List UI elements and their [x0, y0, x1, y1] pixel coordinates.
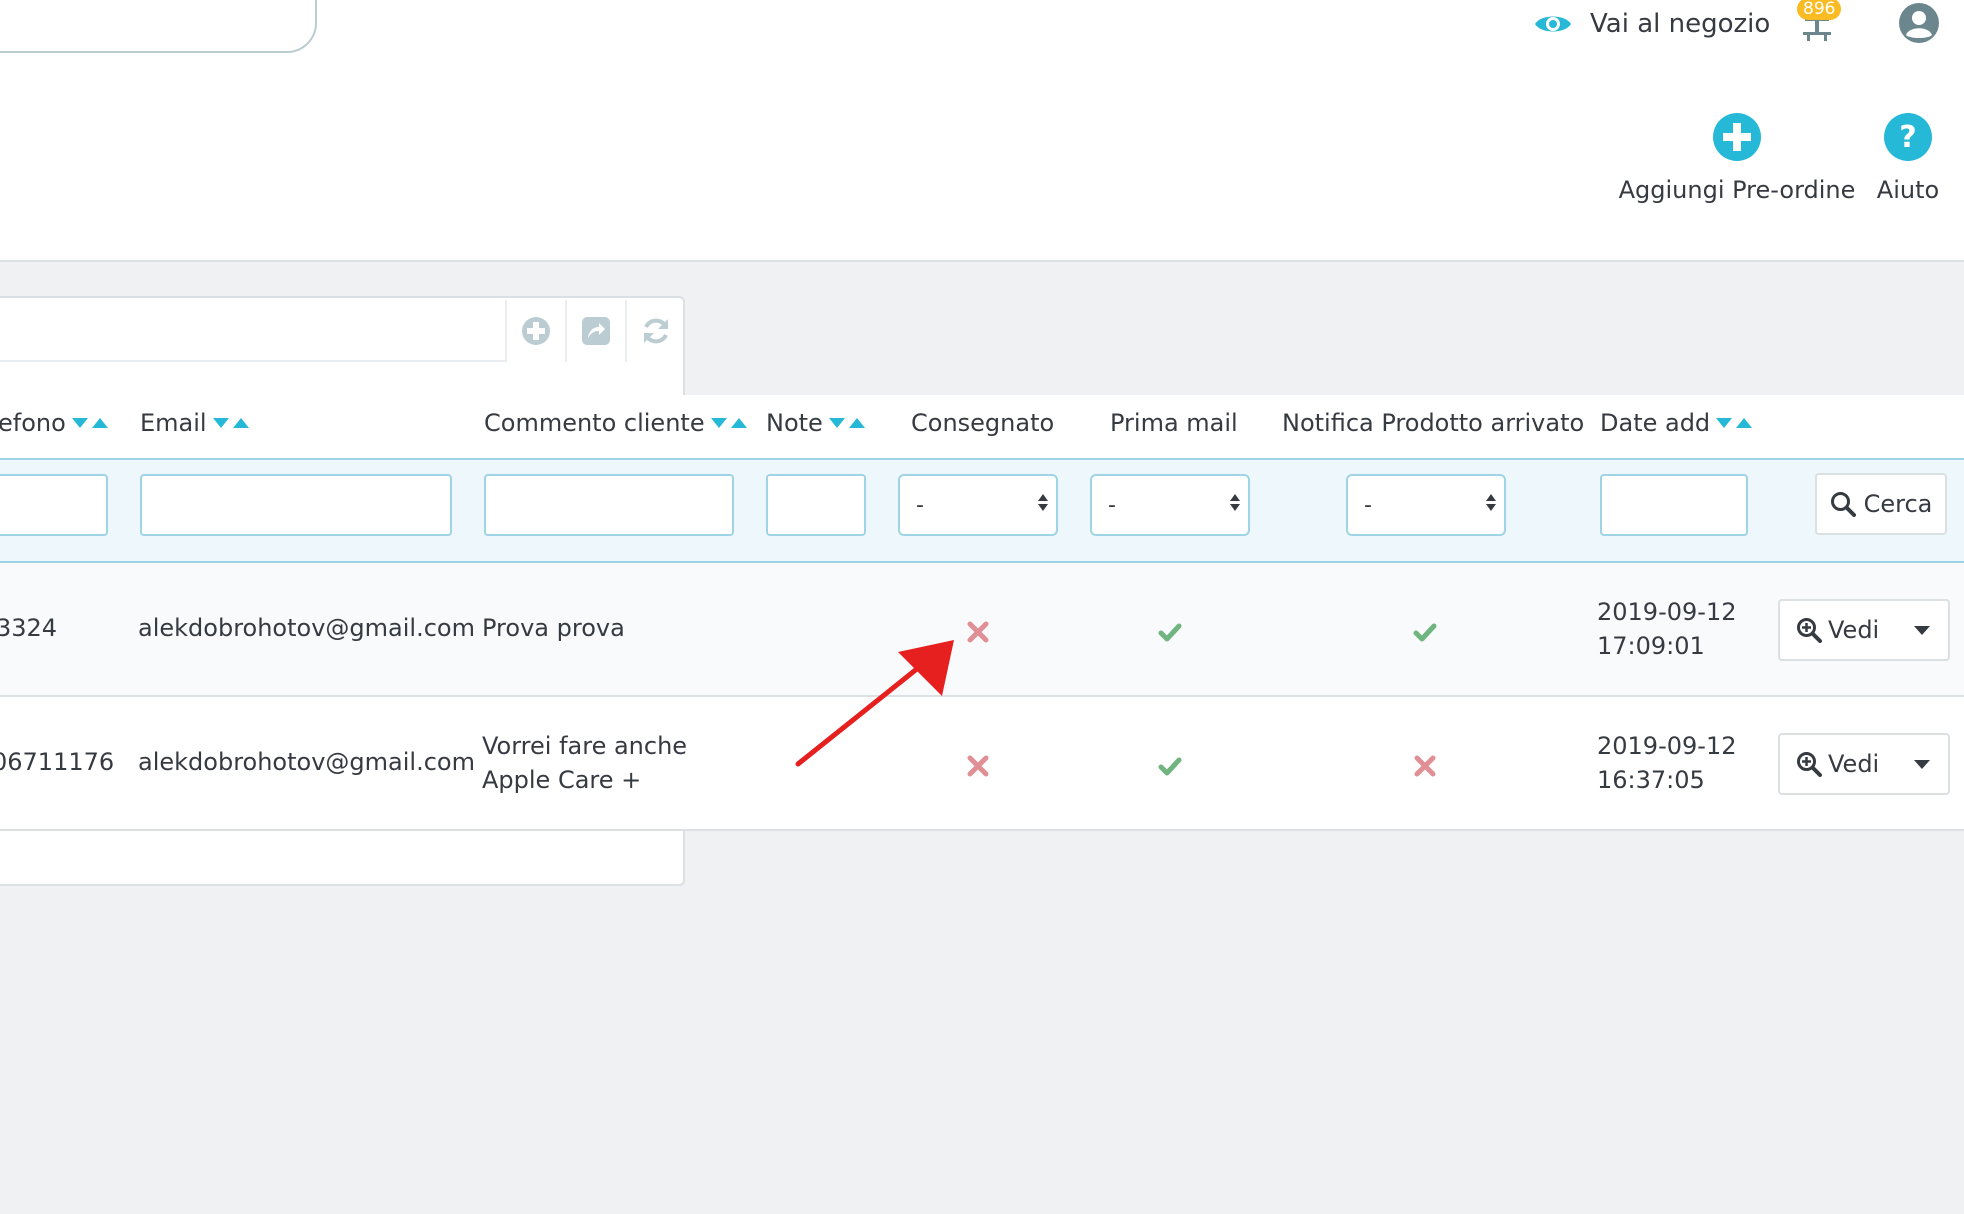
column-note[interactable]: Note	[766, 409, 865, 437]
search-button[interactable]: Cerca	[1815, 473, 1947, 535]
check-icon	[1158, 757, 1182, 776]
cross-icon	[967, 755, 989, 777]
select-value: -	[1364, 492, 1372, 518]
zoom-in-icon	[1797, 752, 1822, 777]
check-icon	[1413, 623, 1437, 642]
view-button-label: Vedi	[1828, 616, 1880, 644]
column-customer-comment[interactable]: Commento cliente	[484, 409, 747, 437]
top-header: Vai al negozio 896 Aggiungi Pre-ordine ?…	[0, 0, 1964, 262]
select-arrows-icon	[1038, 494, 1048, 511]
phone-cell: 3324	[0, 614, 58, 642]
header-search-input[interactable]	[0, 0, 317, 53]
table-row: 06711176 alekdobrohotov@gmail.com Vorrei…	[0, 697, 1964, 831]
filter-comment-input[interactable]	[484, 474, 734, 536]
filter-row: - - - Cerca	[0, 458, 1964, 563]
column-first-mail: Prima mail	[1110, 409, 1238, 437]
zoom-in-icon	[1797, 618, 1822, 643]
filter-delivered-select[interactable]: -	[898, 474, 1058, 536]
sort-arrows-icon[interactable]	[212, 418, 249, 428]
sort-arrows-icon[interactable]	[710, 418, 747, 428]
column-email[interactable]: Email	[140, 409, 249, 437]
select-value: -	[1108, 492, 1116, 518]
plus-circle-icon	[522, 317, 550, 345]
view-shop-link[interactable]: Vai al negozio	[1534, 6, 1770, 42]
column-delivered: Consegnato	[911, 409, 1054, 437]
help-button[interactable]: ? Aiuto	[1870, 112, 1946, 204]
phone-cell: 06711176	[0, 748, 115, 776]
filter-date-input[interactable]	[1600, 474, 1748, 536]
view-button-label: Vedi	[1828, 750, 1880, 778]
filter-first-mail-select[interactable]: -	[1090, 474, 1250, 536]
table-row: 3324 alekdobrohotov@gmail.com Prova prov…	[0, 563, 1964, 697]
refresh-icon	[644, 318, 668, 344]
filter-phone-input[interactable]	[0, 474, 108, 536]
time-cell: 17:09:01	[1597, 632, 1705, 660]
user-avatar-icon[interactable]	[1898, 2, 1940, 44]
view-button[interactable]: Vedi	[1778, 599, 1950, 661]
add-preorder-button[interactable]: Aggiungi Pre-ordine	[1619, 112, 1855, 204]
add-preorder-label: Aggiungi Pre-ordine	[1618, 176, 1856, 204]
email-cell: alekdobrohotov@gmail.com	[138, 614, 475, 642]
annotation-arrow	[795, 640, 954, 767]
column-product-arrived-notice-label: Notifica Prodotto arrivato	[1282, 409, 1585, 437]
cross-icon	[967, 621, 989, 643]
panel-heading-divider	[0, 360, 505, 362]
panel-refresh-tool[interactable]	[625, 300, 685, 362]
column-note-label: Note	[766, 409, 823, 437]
column-product-arrived-notice: Notifica Prodotto arrivato	[1282, 409, 1584, 437]
column-date-add[interactable]: Date add	[1600, 409, 1753, 437]
sort-arrows-icon[interactable]	[1716, 418, 1753, 428]
email-cell: alekdobrohotov@gmail.com	[138, 748, 475, 776]
chevron-down-icon[interactable]	[1914, 759, 1930, 769]
comment-cell: Prova prova	[482, 614, 625, 642]
view-button[interactable]: Vedi	[1778, 733, 1950, 795]
select-arrows-icon	[1230, 494, 1240, 511]
column-phone-label: efono	[0, 409, 66, 437]
search-button-label: Cerca	[1863, 490, 1933, 518]
column-delivered-label: Consegnato	[911, 409, 1055, 437]
select-value: -	[916, 492, 924, 518]
help-label: Aiuto	[1876, 176, 1940, 204]
plus-circle-icon	[1713, 113, 1761, 161]
cross-icon	[1414, 755, 1436, 777]
check-icon	[1158, 623, 1182, 642]
column-phone[interactable]: efono	[0, 409, 108, 437]
select-arrows-icon	[1486, 494, 1496, 511]
column-email-label: Email	[140, 409, 207, 437]
sort-arrows-icon[interactable]	[71, 418, 108, 428]
share-icon	[582, 317, 610, 345]
notification-count-badge: 896	[1797, 0, 1842, 20]
date-cell: 2019-09-12	[1597, 732, 1737, 760]
panel-add-tool[interactable]	[505, 300, 565, 362]
time-cell: 16:37:05	[1597, 766, 1705, 794]
comment-cell: Vorrei fare anche	[482, 732, 688, 760]
filter-note-input[interactable]	[766, 474, 866, 536]
view-button-main[interactable]: Vedi	[1780, 616, 1900, 644]
question-circle-icon: ?	[1884, 113, 1932, 161]
filter-email-input[interactable]	[140, 474, 452, 536]
search-icon	[1830, 492, 1856, 517]
column-date-add-label: Date add	[1600, 409, 1711, 437]
chevron-down-icon[interactable]	[1914, 625, 1930, 635]
date-cell: 2019-09-12	[1597, 598, 1737, 626]
svg-text:?: ?	[1899, 120, 1916, 155]
comment-cell-line2: Apple Care +	[482, 766, 642, 794]
table-header-row: efono Email Commento cliente Note Conseg…	[0, 395, 1964, 458]
column-customer-comment-label: Commento cliente	[484, 409, 705, 437]
filter-product-arrived-select[interactable]: -	[1346, 474, 1506, 536]
sort-arrows-icon[interactable]	[828, 418, 865, 428]
view-button-main[interactable]: Vedi	[1780, 750, 1900, 778]
panel-export-tool[interactable]	[565, 300, 625, 362]
eye-icon	[1535, 16, 1571, 32]
column-first-mail-label: Prima mail	[1110, 409, 1238, 437]
view-shop-label: Vai al negozio	[1590, 9, 1771, 39]
